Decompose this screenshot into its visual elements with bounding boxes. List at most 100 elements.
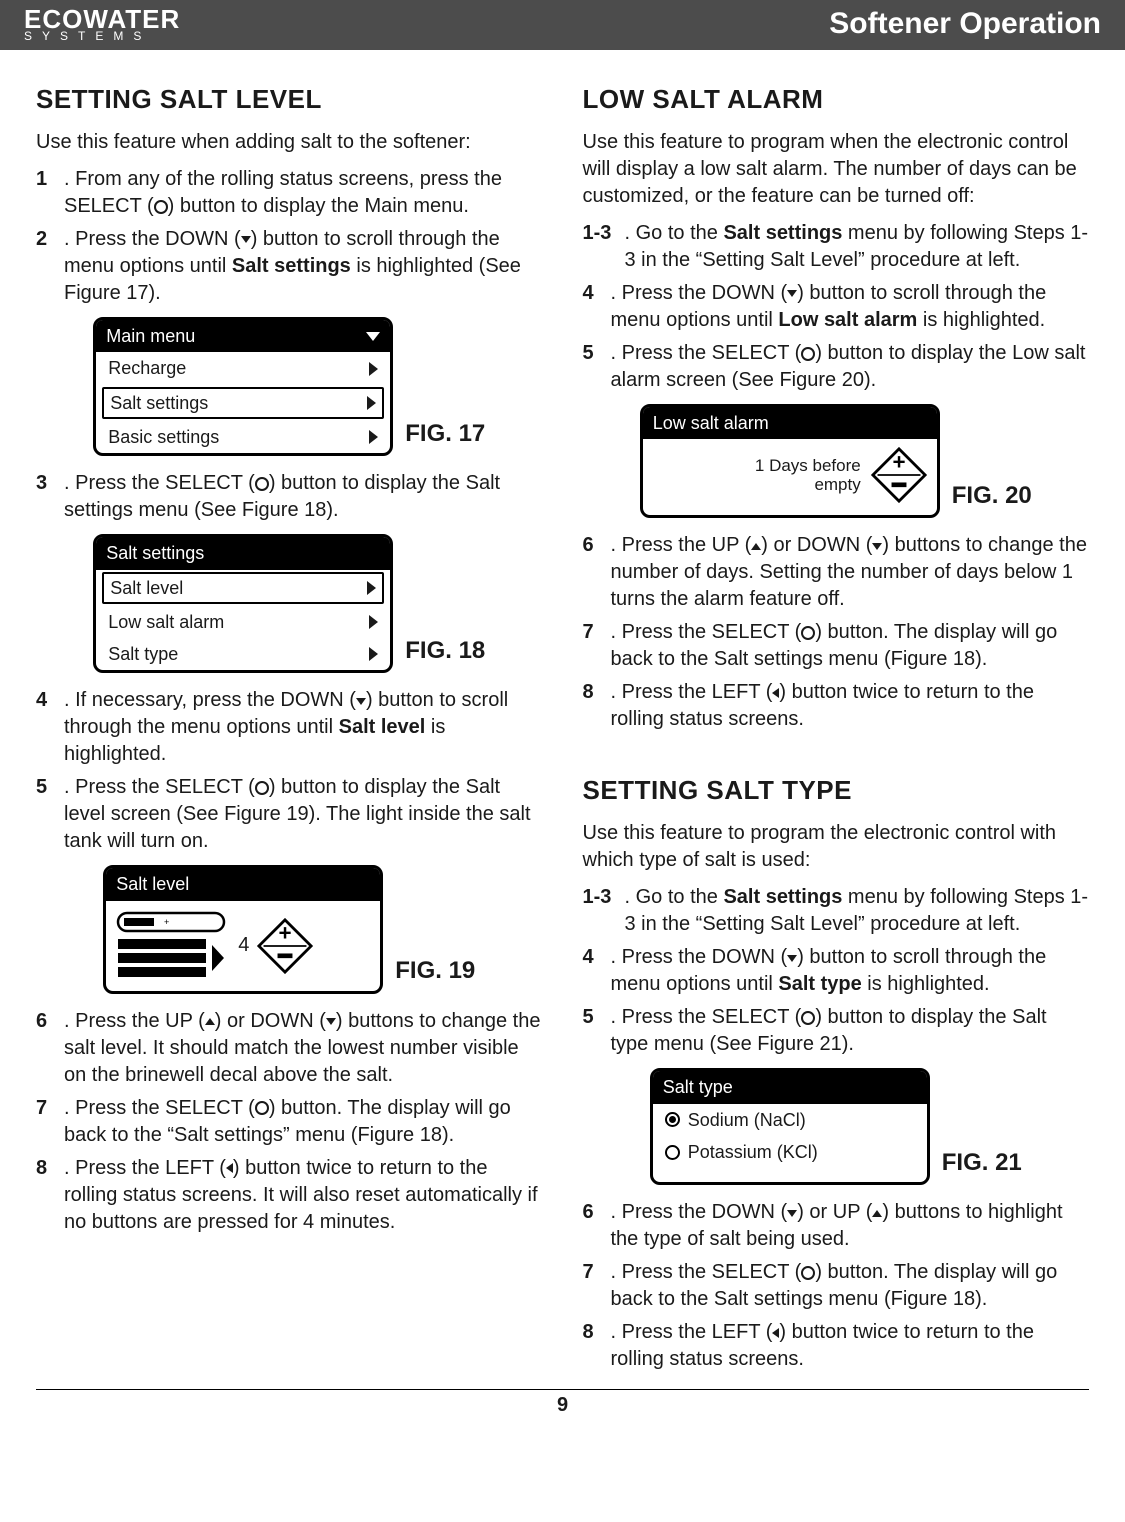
lcd-low-salt-alarm: Low salt alarm 1 Days before empty + <box>640 404 940 518</box>
down-icon <box>241 236 251 243</box>
step-1-3: 1-3 . Go to the Salt settings menu by fo… <box>583 884 1090 938</box>
intro-text: Use this feature to program the electron… <box>583 820 1090 874</box>
svg-text:+: + <box>164 917 169 927</box>
figure-18: Salt settings Salt level Low salt alarm … <box>36 534 543 673</box>
step-8: 8 . Press the LEFT () button twice to re… <box>583 1319 1090 1373</box>
section-heading-low-salt-alarm: LOW SALT ALARM <box>583 82 1090 117</box>
figure-19: Salt level + 4 + <box>36 865 543 993</box>
step-5: 5 . Press the SELECT () button to displa… <box>583 340 1090 394</box>
select-icon <box>801 347 815 361</box>
section-heading-salt-type: SETTING SALT TYPE <box>583 773 1090 808</box>
step-text: . Press the DOWN () button to scroll thr… <box>64 226 543 307</box>
step-3: 3 . Press the SELECT () button to displa… <box>36 470 543 524</box>
down-icon <box>787 290 797 297</box>
step-5: 5 . Press the SELECT () button to displa… <box>583 1004 1090 1058</box>
select-icon <box>801 626 815 640</box>
select-icon <box>801 1011 815 1025</box>
select-icon <box>255 781 269 795</box>
step-4: 4 . If necessary, press the DOWN () butt… <box>36 687 543 768</box>
days-before-empty-text: 1 Days before empty <box>755 456 861 495</box>
up-icon <box>751 543 761 550</box>
chevron-right-icon <box>367 396 376 410</box>
intro-text: Use this feature when adding salt to the… <box>36 129 543 156</box>
step-text: . Press the DOWN () or UP () buttons to … <box>611 1199 1090 1253</box>
step-text: . Press the LEFT () button twice to retu… <box>64 1155 543 1236</box>
step-num: 4 <box>36 687 64 768</box>
lcd-title: Salt type <box>653 1071 927 1103</box>
up-icon <box>872 1210 882 1217</box>
select-icon <box>801 1266 815 1280</box>
step-7: 7 . Press the SELECT () button. The disp… <box>36 1095 543 1149</box>
down-icon <box>326 1018 336 1025</box>
plus-minus-icon: + <box>257 918 313 974</box>
figure-label: FIG. 17 <box>405 418 485 456</box>
step-6: 6 . Press the DOWN () or UP () buttons t… <box>583 1199 1090 1253</box>
lcd-body: 1 Days before empty + <box>643 439 937 515</box>
step-text: . Press the DOWN () button to scroll thr… <box>611 944 1090 998</box>
step-num: 6 <box>36 1008 64 1089</box>
lcd-salt-level: Salt level + 4 + <box>103 865 383 993</box>
step-text: . Press the UP () or DOWN () buttons to … <box>64 1008 543 1089</box>
select-icon <box>154 200 168 214</box>
select-icon <box>255 1101 269 1115</box>
brand-logo: ECOWATER SYSTEMS <box>24 6 180 42</box>
lcd-title: Low salt alarm <box>643 407 937 439</box>
step-text: . If necessary, press the DOWN () button… <box>64 687 543 768</box>
select-icon <box>255 477 269 491</box>
step-6: 6 . Press the UP () or DOWN () buttons t… <box>583 532 1090 613</box>
figure-label: FIG. 21 <box>942 1147 1022 1185</box>
left-column: SETTING SALT LEVEL Use this feature when… <box>36 76 543 1379</box>
step-text: . Press the SELECT () button to display … <box>64 774 543 855</box>
step-text: . Go to the Salt settings menu by follow… <box>625 220 1090 274</box>
step-text: . Press the SELECT () button. The displa… <box>64 1095 543 1149</box>
step-8: 8 . Press the LEFT () button twice to re… <box>36 1155 543 1236</box>
step-num: 1-3 <box>583 884 625 938</box>
menu-row-salt-settings: Salt settings <box>102 387 384 419</box>
right-column: LOW SALT ALARM Use this feature to progr… <box>583 76 1090 1379</box>
chevron-right-icon <box>369 430 378 444</box>
step-7: 7 . Press the SELECT () button. The disp… <box>583 619 1090 673</box>
step-1-3: 1-3 . Go to the Salt settings menu by fo… <box>583 220 1090 274</box>
step-4: 4 . Press the DOWN () button to scroll t… <box>583 944 1090 998</box>
step-num: 2 <box>36 226 64 307</box>
down-icon <box>787 955 797 962</box>
salt-level-body: + 4 + <box>106 901 380 991</box>
page-number: 9 <box>36 1389 1089 1429</box>
step-num: 8 <box>36 1155 64 1236</box>
page-header: ECOWATER SYSTEMS Softener Operation <box>0 0 1125 50</box>
step-num: 4 <box>583 944 611 998</box>
step-text: . Press the LEFT () button twice to retu… <box>611 679 1090 733</box>
step-text: . Press the DOWN () button to scroll thr… <box>611 280 1090 334</box>
step-1: 1 . From any of the rolling status scree… <box>36 166 543 220</box>
step-6: 6 . Press the UP () or DOWN () buttons t… <box>36 1008 543 1089</box>
step-text: . From any of the rolling status screens… <box>64 166 543 220</box>
down-icon <box>356 698 366 705</box>
step-num: 8 <box>583 679 611 733</box>
step-num: 3 <box>36 470 64 524</box>
intro-text: Use this feature to program when the ele… <box>583 129 1090 210</box>
step-7: 7 . Press the SELECT () button. The disp… <box>583 1259 1090 1313</box>
radio-unselected-icon <box>665 1145 680 1160</box>
left-icon <box>226 1163 233 1173</box>
up-icon <box>205 1018 215 1025</box>
chevron-right-icon <box>369 362 378 376</box>
down-icon <box>787 1210 797 1217</box>
menu-row-salt-level: Salt level <box>102 572 384 604</box>
step-num: 1 <box>36 166 64 220</box>
step-num: 5 <box>36 774 64 855</box>
step-num: 4 <box>583 280 611 334</box>
lcd-title: Salt settings <box>96 537 390 569</box>
figure-21: Salt type Sodium (NaCl) Potassium (KCl) … <box>583 1068 1090 1185</box>
plus-minus-icon: + <box>871 447 927 503</box>
lcd-title: Salt level <box>106 868 380 900</box>
step-num: 7 <box>583 619 611 673</box>
step-text: . Press the LEFT () button twice to retu… <box>611 1319 1090 1373</box>
figure-label: FIG. 20 <box>952 480 1032 518</box>
down-icon <box>872 543 882 550</box>
svg-text:+: + <box>279 920 292 945</box>
figure-label: FIG. 19 <box>395 955 475 993</box>
step-5: 5 . Press the SELECT () button to displa… <box>36 774 543 855</box>
section-heading-salt-level: SETTING SALT LEVEL <box>36 82 543 117</box>
lcd-salt-settings: Salt settings Salt level Low salt alarm … <box>93 534 393 673</box>
step-num: 7 <box>36 1095 64 1149</box>
